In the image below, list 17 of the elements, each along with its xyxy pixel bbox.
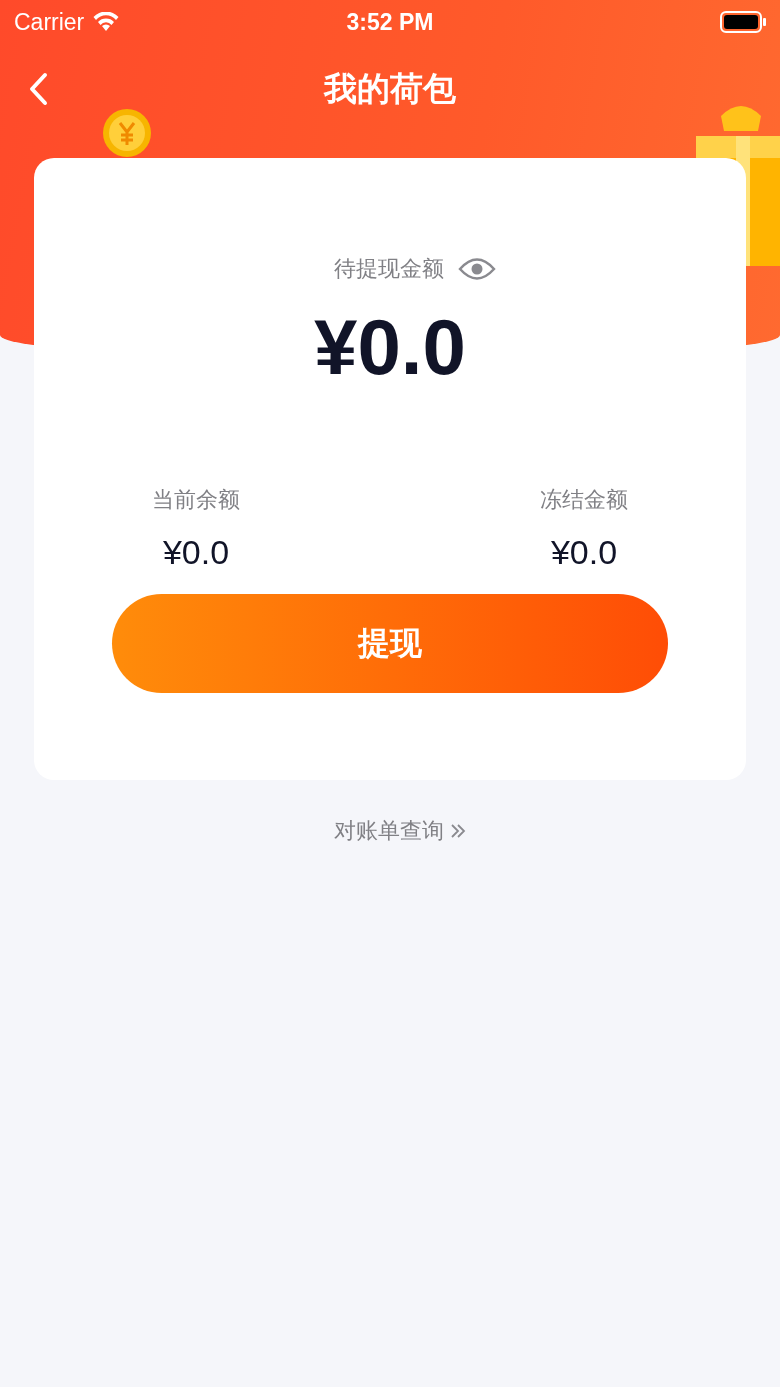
balance-amount: ¥0.0: [162, 533, 230, 572]
page-title: 我的荷包: [324, 67, 456, 110]
withdraw-button[interactable]: 提现: [112, 594, 668, 693]
coin-icon: [102, 108, 152, 158]
wifi-icon: [92, 12, 121, 32]
balance-label: 冻结金额: [540, 486, 628, 514]
eye-icon[interactable]: [458, 256, 496, 282]
carrier-label: Carrier: [14, 8, 85, 36]
balance-amount: ¥0.0: [314, 302, 466, 393]
statement-link[interactable]: 对账单查询: [334, 816, 444, 846]
back-icon[interactable]: [28, 72, 48, 106]
battery-icon: [720, 11, 766, 33]
double-chevron-icon: [450, 823, 466, 839]
balance-label: 待提现金额: [334, 255, 444, 283]
balance-amount: ¥0.0: [550, 533, 618, 572]
balance-label: 当前余额: [152, 486, 240, 514]
status-time: 3:52 PM: [346, 8, 434, 36]
